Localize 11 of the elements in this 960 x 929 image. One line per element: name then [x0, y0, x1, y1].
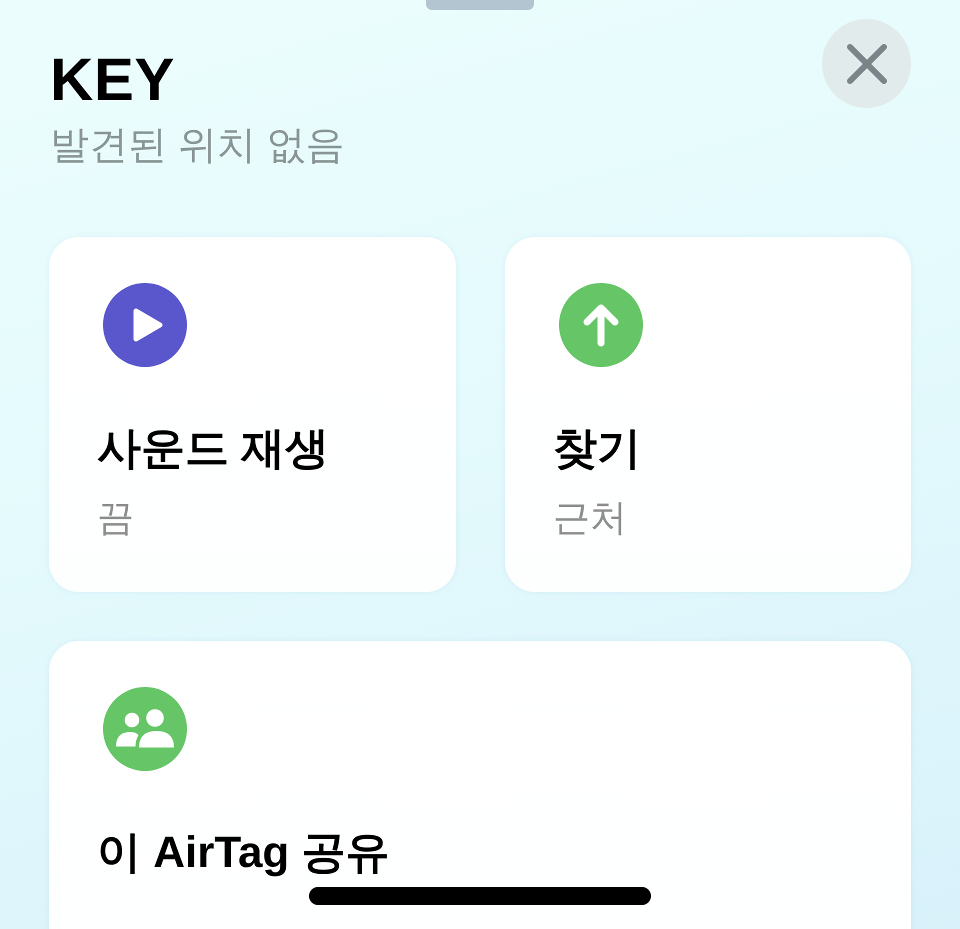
action-card[interactable]: 찾기 근처 — [505, 237, 911, 592]
card-title: 사운드 재생 — [97, 424, 330, 474]
card-title: 이 AirTag 공유 — [97, 828, 391, 878]
action-card[interactable]: 이 AirTag 공유 — [49, 641, 911, 929]
card-title: 찾기 — [553, 424, 642, 474]
action-card[interactable]: 사운드 재생 끔 — [49, 237, 456, 592]
sheet-subtitle: 발견된 위치 없음 — [50, 123, 345, 169]
card-status: 끔 — [97, 496, 135, 540]
sheet-title: KEY — [50, 49, 176, 111]
close-icon — [846, 44, 886, 84]
card-status: 근처 — [553, 496, 628, 540]
